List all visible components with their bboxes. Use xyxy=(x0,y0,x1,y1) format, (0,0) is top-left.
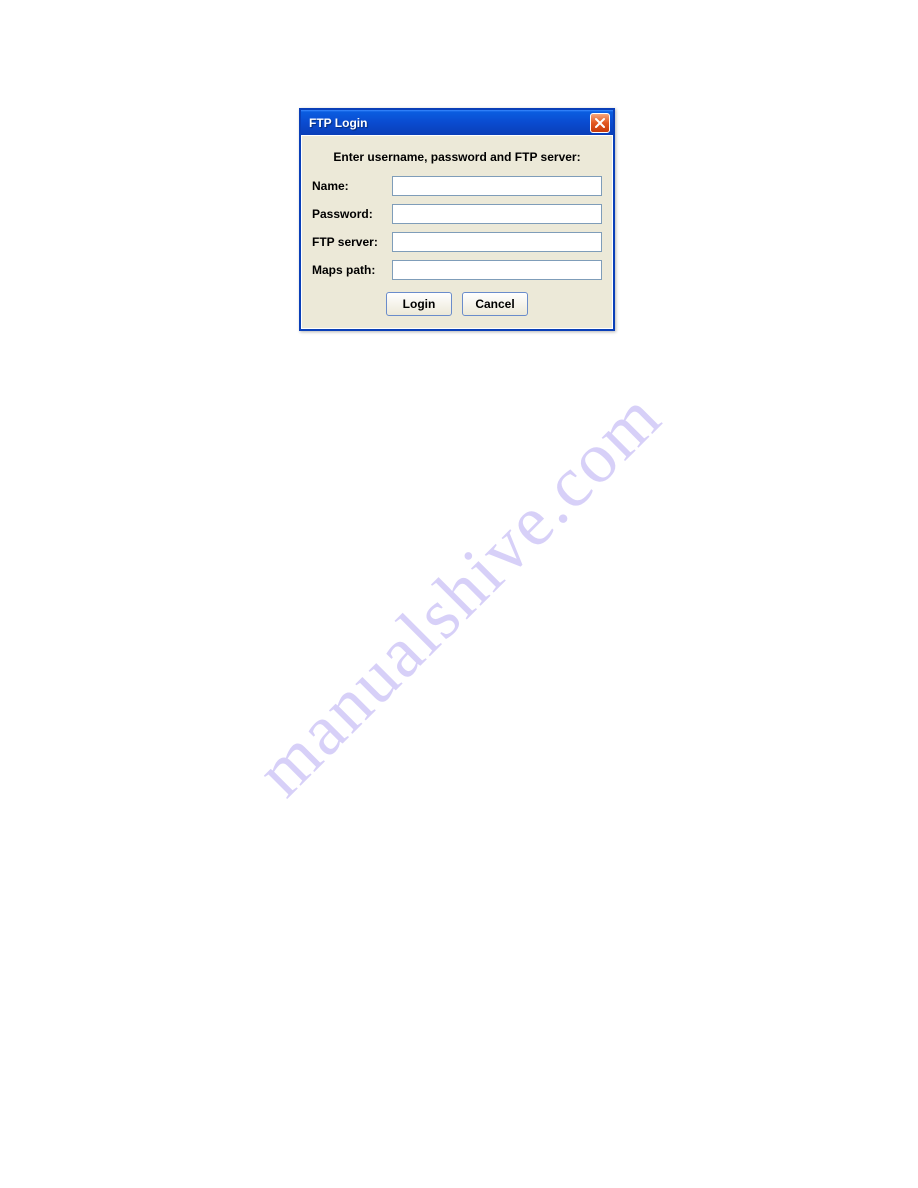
name-label: Name: xyxy=(312,179,392,193)
instruction-text: Enter username, password and FTP server: xyxy=(312,150,602,164)
password-label: Password: xyxy=(312,207,392,221)
cancel-button[interactable]: Cancel xyxy=(462,292,528,316)
ftp-login-dialog: FTP Login Enter username, password and F… xyxy=(299,108,615,331)
watermark-text: manualshive.com xyxy=(240,375,678,813)
ftpserver-label: FTP server: xyxy=(312,235,392,249)
dialog-body: Enter username, password and FTP server:… xyxy=(301,135,613,329)
mapspath-input[interactable] xyxy=(392,260,602,280)
mapspath-label: Maps path: xyxy=(312,263,392,277)
mapspath-row: Maps path: xyxy=(312,260,602,280)
button-row: Login Cancel xyxy=(312,292,602,316)
close-button[interactable] xyxy=(590,113,610,133)
name-input[interactable] xyxy=(392,176,602,196)
password-row: Password: xyxy=(312,204,602,224)
password-input[interactable] xyxy=(392,204,602,224)
dialog-title: FTP Login xyxy=(309,116,367,130)
ftpserver-input[interactable] xyxy=(392,232,602,252)
login-button[interactable]: Login xyxy=(386,292,452,316)
ftpserver-row: FTP server: xyxy=(312,232,602,252)
name-row: Name: xyxy=(312,176,602,196)
close-icon xyxy=(594,117,606,129)
titlebar[interactable]: FTP Login xyxy=(301,110,613,135)
